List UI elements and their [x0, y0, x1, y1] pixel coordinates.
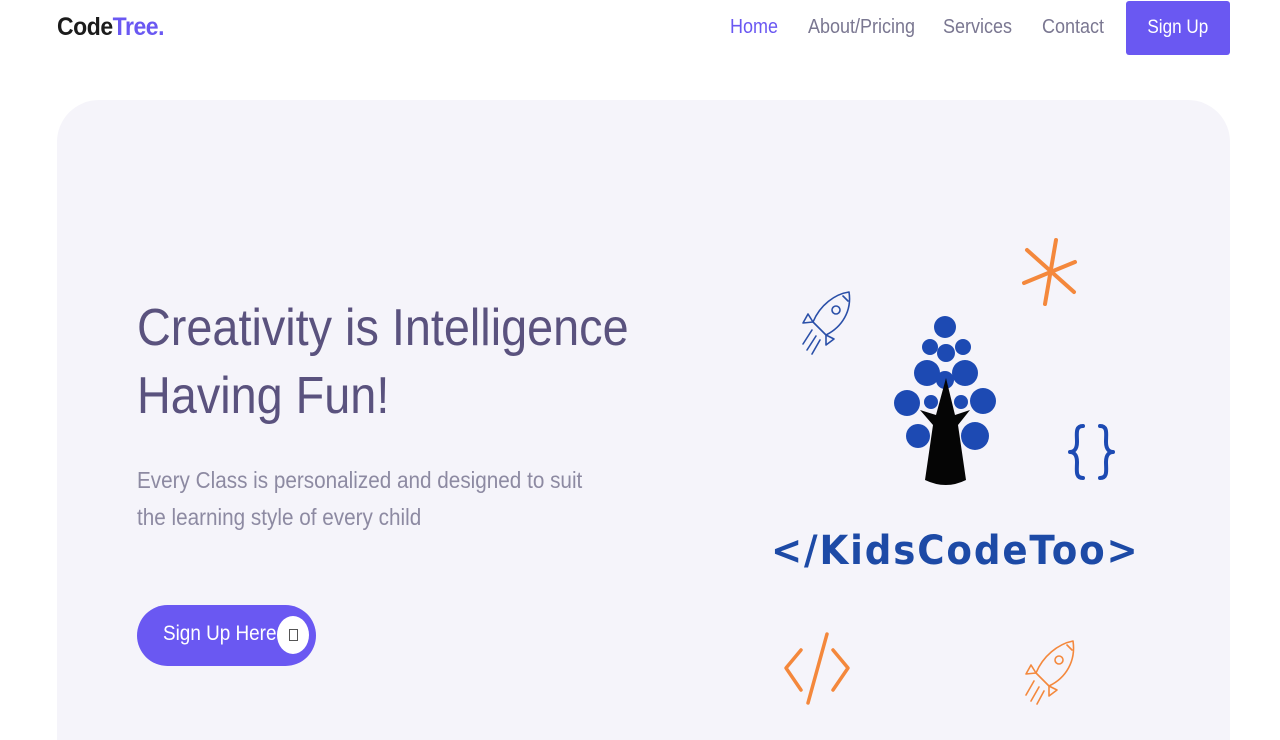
- asterisk-icon: [1022, 238, 1077, 306]
- arrow-icon: [277, 616, 309, 654]
- main-nav: Home About/Pricing Services Contact: [0, 16, 1280, 42]
- signup-button-label: Sign Up: [1147, 17, 1209, 38]
- rocket-icon: [1025, 640, 1075, 705]
- hero-subtitle: Every Class is personalized and designed…: [137, 467, 583, 530]
- nav-link-about-pricing[interactable]: About/Pricing: [808, 16, 915, 39]
- code-tag-icon: [784, 632, 850, 705]
- hero-title-line-2: Having Fun!: [137, 367, 390, 425]
- signup-here-label: Sign Up Here: [163, 622, 277, 645]
- curly-braces-icon: [1068, 424, 1115, 480]
- nav-link-home[interactable]: Home: [730, 16, 778, 39]
- signup-here-button[interactable]: Sign Up Here: [137, 605, 316, 666]
- nav-link-services[interactable]: Services: [943, 16, 1012, 39]
- hero-title: Creativity is Intelligence Having Fun!: [137, 294, 629, 430]
- tree-logo-icon: [894, 316, 996, 485]
- rocket-icon: [802, 291, 851, 355]
- hero-title-line-1: Creativity is Intelligence: [137, 299, 629, 357]
- signup-button[interactable]: Sign Up: [1126, 1, 1230, 55]
- nav-link-contact[interactable]: Contact: [1042, 16, 1104, 39]
- kidscodetoo-brand-text: </KidsCodeToo>: [771, 528, 1140, 574]
- kidscodetoo-illustration: [784, 238, 1115, 705]
- top-navbar: CodeTree. Home About/Pricing Services Co…: [0, 0, 1280, 58]
